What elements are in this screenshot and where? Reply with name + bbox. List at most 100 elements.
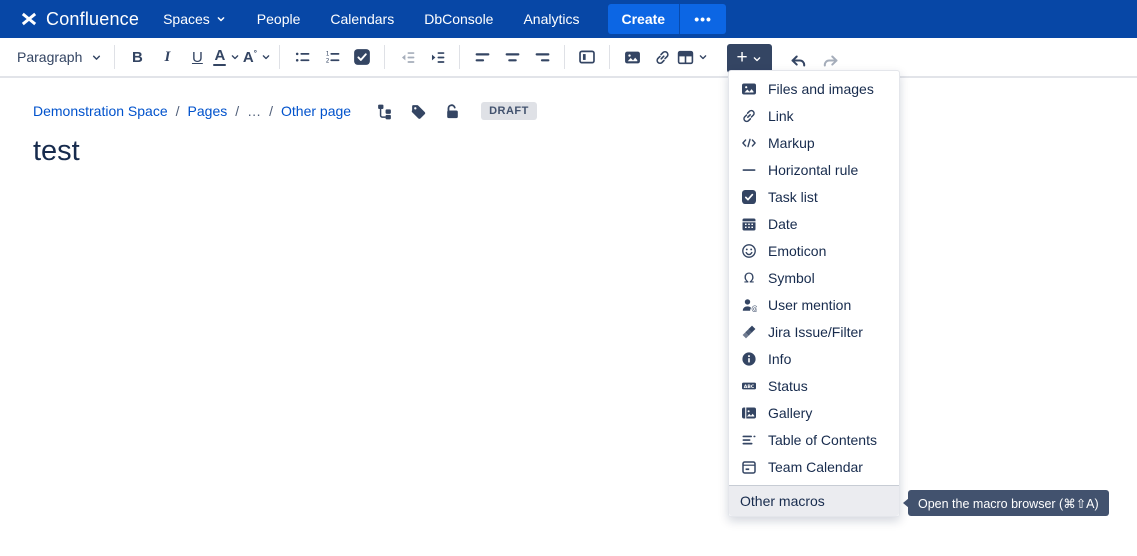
plus-icon: + — [736, 48, 747, 67]
menu-item-jira-issue-filter[interactable]: Jira Issue/Filter — [729, 318, 899, 345]
indent-icon — [429, 49, 446, 66]
page-layout-button[interactable] — [572, 42, 602, 72]
unlocked-padlock-icon — [444, 103, 461, 120]
chevron-down-icon — [260, 51, 272, 63]
italic-button[interactable]: I — [152, 42, 182, 72]
breadcrumb-link-space[interactable]: Demonstration Space — [33, 103, 168, 119]
team-calendar-icon — [741, 459, 757, 475]
menu-item-files-and-images[interactable]: Files and images — [729, 75, 899, 102]
text-color-glyph: A — [213, 48, 226, 67]
align-center-button[interactable] — [497, 42, 527, 72]
gallery-icon — [741, 405, 757, 421]
bullet-list-button[interactable] — [287, 42, 317, 72]
bold-button[interactable]: B — [122, 42, 152, 72]
image-icon — [624, 49, 641, 66]
svg-text:Ω: Ω — [744, 270, 754, 285]
menu-item-other-macros[interactable]: Other macros — [729, 486, 899, 516]
nav-item-spaces[interactable]: Spaces — [163, 11, 227, 27]
task-list-icon — [353, 48, 371, 66]
toolbar-divider — [459, 45, 460, 69]
user-mention-icon: @ — [741, 297, 757, 313]
nav-item-calendars[interactable]: Calendars — [330, 11, 394, 27]
omega-icon: Ω — [741, 270, 757, 286]
task-list-button[interactable] — [347, 42, 377, 72]
menu-item-status[interactable]: ABC Status — [729, 372, 899, 399]
numbered-list-icon: 12 — [324, 49, 341, 66]
breadcrumb-separator: / — [269, 103, 273, 119]
brand-name: Confluence — [46, 9, 139, 30]
calendar-icon — [741, 216, 757, 232]
confluence-logo-icon — [20, 10, 38, 28]
link-icon — [654, 49, 671, 66]
image-icon — [741, 81, 757, 97]
breadcrumb-ellipsis[interactable]: … — [247, 103, 261, 119]
menu-item-team-calendar[interactable]: Team Calendar — [729, 453, 899, 480]
page-title[interactable]: test — [33, 135, 1137, 168]
page-meta-icons — [375, 102, 461, 120]
insert-table-button[interactable] — [677, 42, 709, 72]
paragraph-style-label: Paragraph — [17, 49, 82, 65]
breadcrumb-separator: / — [235, 103, 239, 119]
restrictions-button[interactable] — [443, 102, 461, 120]
paragraph-style-dropdown[interactable]: Paragraph — [13, 42, 107, 72]
labels-button[interactable] — [409, 102, 427, 120]
align-right-icon — [534, 49, 551, 66]
chevron-down-icon — [751, 53, 763, 65]
toolbar-divider — [114, 45, 115, 69]
menu-item-task-list[interactable]: Task list — [729, 183, 899, 210]
nav-item-people[interactable]: People — [257, 11, 301, 27]
nav-item-analytics[interactable]: Analytics — [523, 11, 579, 27]
align-center-icon — [504, 49, 521, 66]
toolbar-divider — [384, 45, 385, 69]
insert-image-button[interactable] — [617, 42, 647, 72]
breadcrumb-link-pages[interactable]: Pages — [188, 103, 228, 119]
editor-toolbar: Paragraph B I U A A° 12 — [0, 38, 1137, 78]
insert-dropdown-menu: Files and images Link Markup Horizontal … — [728, 70, 900, 517]
create-button-group: Create ••• — [608, 4, 727, 34]
chevron-down-icon — [90, 51, 103, 64]
confluence-logo[interactable]: Confluence — [20, 9, 139, 30]
indent-button[interactable] — [422, 42, 452, 72]
redo-icon — [821, 52, 840, 71]
tooltip-text: Open the macro browser (⌘⇧A) — [918, 496, 1099, 511]
numbered-list-button[interactable]: 12 — [317, 42, 347, 72]
nav-item-dbconsole[interactable]: DbConsole — [424, 11, 493, 27]
text-styles-glyph: A° — [243, 49, 257, 66]
menu-item-symbol[interactable]: Ω Symbol — [729, 264, 899, 291]
text-styles-button[interactable]: A° — [242, 42, 272, 72]
create-button[interactable]: Create — [608, 4, 680, 34]
toolbar-divider — [564, 45, 565, 69]
navbar-more-button[interactable]: ••• — [679, 4, 726, 34]
navbar-items: Spaces People Calendars DbConsole Analyt… — [163, 11, 579, 27]
menu-item-markup[interactable]: Markup — [729, 129, 899, 156]
menu-item-emoticon[interactable]: Emoticon — [729, 237, 899, 264]
breadcrumb-separator: / — [176, 103, 180, 119]
breadcrumb-link-other-page[interactable]: Other page — [281, 103, 351, 119]
insert-more-content-button[interactable]: + — [727, 44, 772, 73]
align-left-button[interactable] — [467, 42, 497, 72]
menu-item-info[interactable]: Info — [729, 345, 899, 372]
bullet-list-icon — [294, 49, 311, 66]
align-right-button[interactable] — [527, 42, 557, 72]
menu-item-gallery[interactable]: Gallery — [729, 399, 899, 426]
menu-item-date[interactable]: Date — [729, 210, 899, 237]
tooltip-arrow-left — [903, 498, 909, 508]
chevron-down-icon — [697, 51, 709, 63]
text-color-button[interactable]: A — [212, 42, 242, 72]
info-icon — [741, 351, 757, 367]
menu-item-user-mention[interactable]: @ User mention — [729, 291, 899, 318]
toolbar-divider — [279, 45, 280, 69]
insert-link-button[interactable] — [647, 42, 677, 72]
menu-item-link[interactable]: Link — [729, 102, 899, 129]
page-tree-button[interactable] — [375, 102, 393, 120]
outdent-button[interactable] — [392, 42, 422, 72]
macro-browser-tooltip: Open the macro browser (⌘⇧A) — [908, 490, 1109, 516]
menu-item-horizontal-rule[interactable]: Horizontal rule — [729, 156, 899, 183]
draft-status-badge: DRAFT — [481, 102, 537, 120]
markup-icon — [741, 135, 757, 151]
chevron-down-icon — [229, 51, 241, 63]
underline-button[interactable]: U — [182, 42, 212, 72]
outdent-icon — [399, 49, 416, 66]
menu-item-table-of-contents[interactable]: Table of Contents — [729, 426, 899, 453]
svg-text:@: @ — [751, 305, 757, 313]
